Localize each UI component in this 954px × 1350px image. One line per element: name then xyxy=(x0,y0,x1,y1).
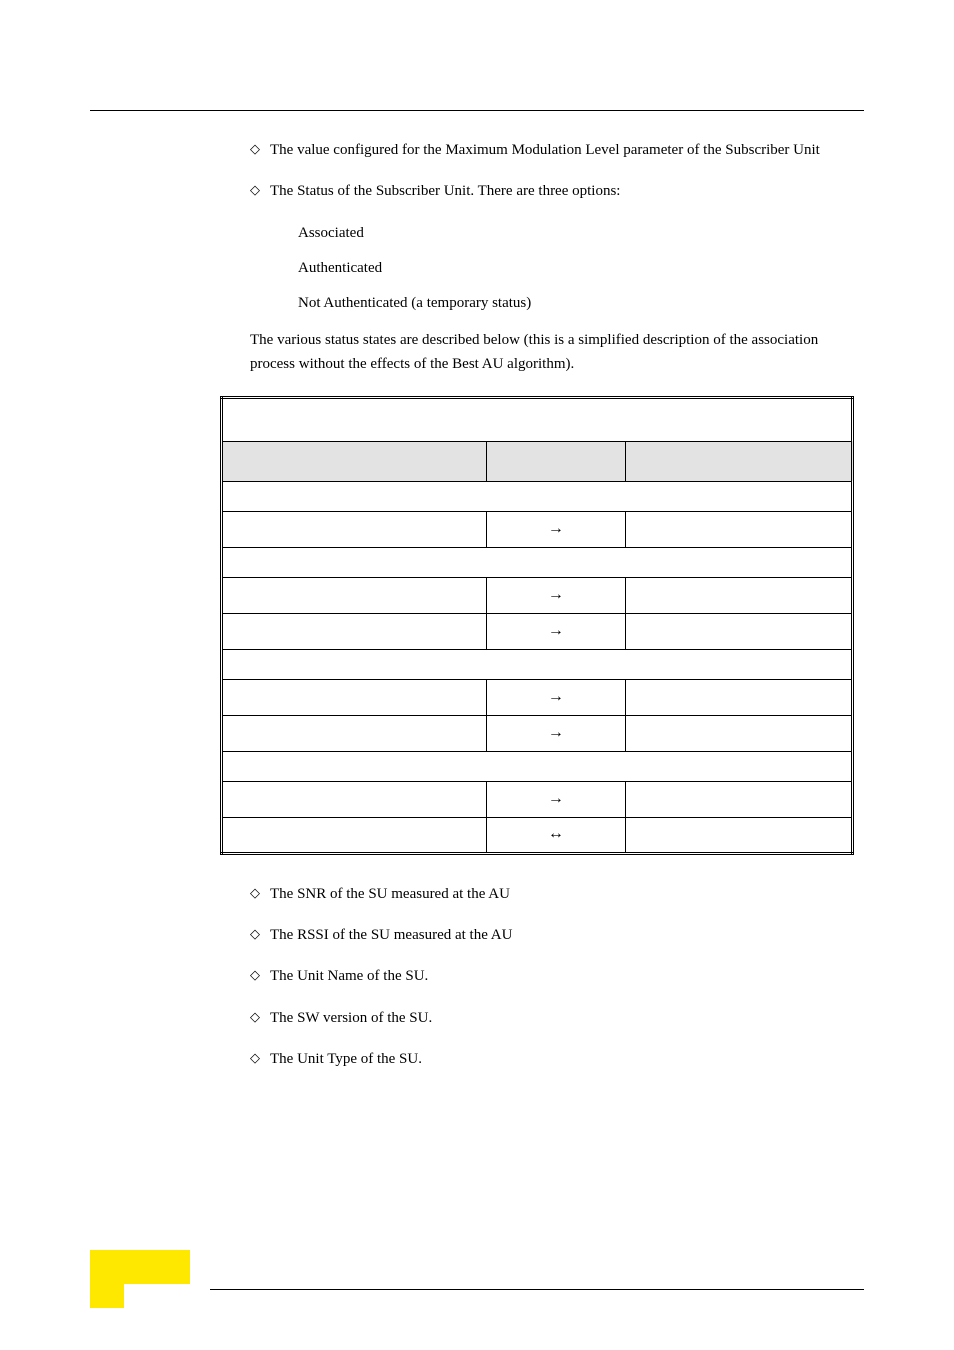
arrow-icon: → xyxy=(487,679,626,715)
table-header-cell xyxy=(487,441,626,481)
bullet-text: The Status of the Subscriber Unit. There… xyxy=(270,180,854,203)
arrow-icon: → xyxy=(487,511,626,547)
table-header-cell xyxy=(625,441,852,481)
table-cell xyxy=(222,649,853,679)
table-header-cell xyxy=(222,441,487,481)
table-title-row xyxy=(222,397,853,441)
bullet-item: ◇ The Status of the Subscriber Unit. The… xyxy=(250,180,854,203)
highlight-mark xyxy=(90,1250,190,1284)
bullet-text: The Unit Name of the SU. xyxy=(270,965,854,988)
arrow-icon: → xyxy=(487,715,626,751)
table-cell xyxy=(625,511,852,547)
page: ◇ The value configured for the Maximum M… xyxy=(0,0,954,1350)
bullet-text: The SNR of the SU measured at the AU xyxy=(270,883,854,906)
diamond-icon: ◇ xyxy=(250,1007,270,1028)
bullet-item: ◇ The Unit Type of the SU. xyxy=(250,1048,854,1071)
table-cell xyxy=(625,613,852,649)
table-cell xyxy=(222,781,487,817)
table-cell xyxy=(222,679,487,715)
bullet-item: ◇ The RSSI of the SU measured at the AU xyxy=(250,924,854,947)
bullet-item: ◇ The SW version of the SU. xyxy=(250,1007,854,1030)
bullet-item: ◇ The value configured for the Maximum M… xyxy=(250,139,854,162)
sub-item: Associated xyxy=(298,222,854,245)
main-content: ◇ The value configured for the Maximum M… xyxy=(90,139,864,376)
top-horizontal-rule xyxy=(90,110,864,111)
lower-content: ◇ The SNR of the SU measured at the AU ◇… xyxy=(90,883,864,1071)
table-cell xyxy=(625,781,852,817)
table-cell xyxy=(625,817,852,853)
table-cell xyxy=(222,577,487,613)
arrow-icon: → xyxy=(487,577,626,613)
table-row: → xyxy=(222,679,853,715)
highlight-stub xyxy=(90,1284,124,1308)
sub-list: Associated Authenticated Not Authenticat… xyxy=(250,222,854,316)
bullet-text: The SW version of the SU. xyxy=(270,1007,854,1030)
bullet-text: The RSSI of the SU measured at the AU xyxy=(270,924,854,947)
table-cell xyxy=(222,547,853,577)
diamond-icon: ◇ xyxy=(250,1048,270,1069)
paragraph: The various status states are described … xyxy=(250,329,854,376)
diamond-icon: ◇ xyxy=(250,924,270,945)
table-cell xyxy=(625,679,852,715)
table-section-row xyxy=(222,751,853,781)
table-cell xyxy=(222,481,853,511)
arrow-icon: → xyxy=(487,613,626,649)
table-header-row xyxy=(222,441,853,481)
table-section-row xyxy=(222,481,853,511)
bullet-text: The value configured for the Maximum Mod… xyxy=(270,139,854,162)
table-row: → xyxy=(222,613,853,649)
table-row: → xyxy=(222,781,853,817)
table-title-cell xyxy=(222,397,853,441)
sub-item: Not Authenticated (a temporary status) xyxy=(298,292,854,315)
bullet-text: The Unit Type of the SU. xyxy=(270,1048,854,1071)
diamond-icon: ◇ xyxy=(250,139,270,160)
diamond-icon: ◇ xyxy=(250,180,270,201)
arrow-icon: → xyxy=(487,781,626,817)
table-cell xyxy=(222,715,487,751)
footer-horizontal-rule xyxy=(210,1289,864,1290)
table-section-row xyxy=(222,649,853,679)
table-row: → xyxy=(222,577,853,613)
table-cell xyxy=(222,751,853,781)
table-cell xyxy=(222,511,487,547)
footer xyxy=(0,1289,954,1290)
table-cell xyxy=(625,577,852,613)
sub-item: Authenticated xyxy=(298,257,854,280)
diamond-icon: ◇ xyxy=(250,883,270,904)
table-row: → xyxy=(222,511,853,547)
table-section-row xyxy=(222,547,853,577)
status-table: → → → → xyxy=(220,396,854,855)
table-cell xyxy=(625,715,852,751)
bullet-item: ◇ The Unit Name of the SU. xyxy=(250,965,854,988)
table-cell xyxy=(222,613,487,649)
table-cell xyxy=(222,817,487,853)
diamond-icon: ◇ xyxy=(250,965,270,986)
table-row: ↔ xyxy=(222,817,853,853)
double-arrow-icon: ↔ xyxy=(487,817,626,853)
bullet-item: ◇ The SNR of the SU measured at the AU xyxy=(250,883,854,906)
table-row: → xyxy=(222,715,853,751)
table-container: → → → → xyxy=(220,396,854,855)
